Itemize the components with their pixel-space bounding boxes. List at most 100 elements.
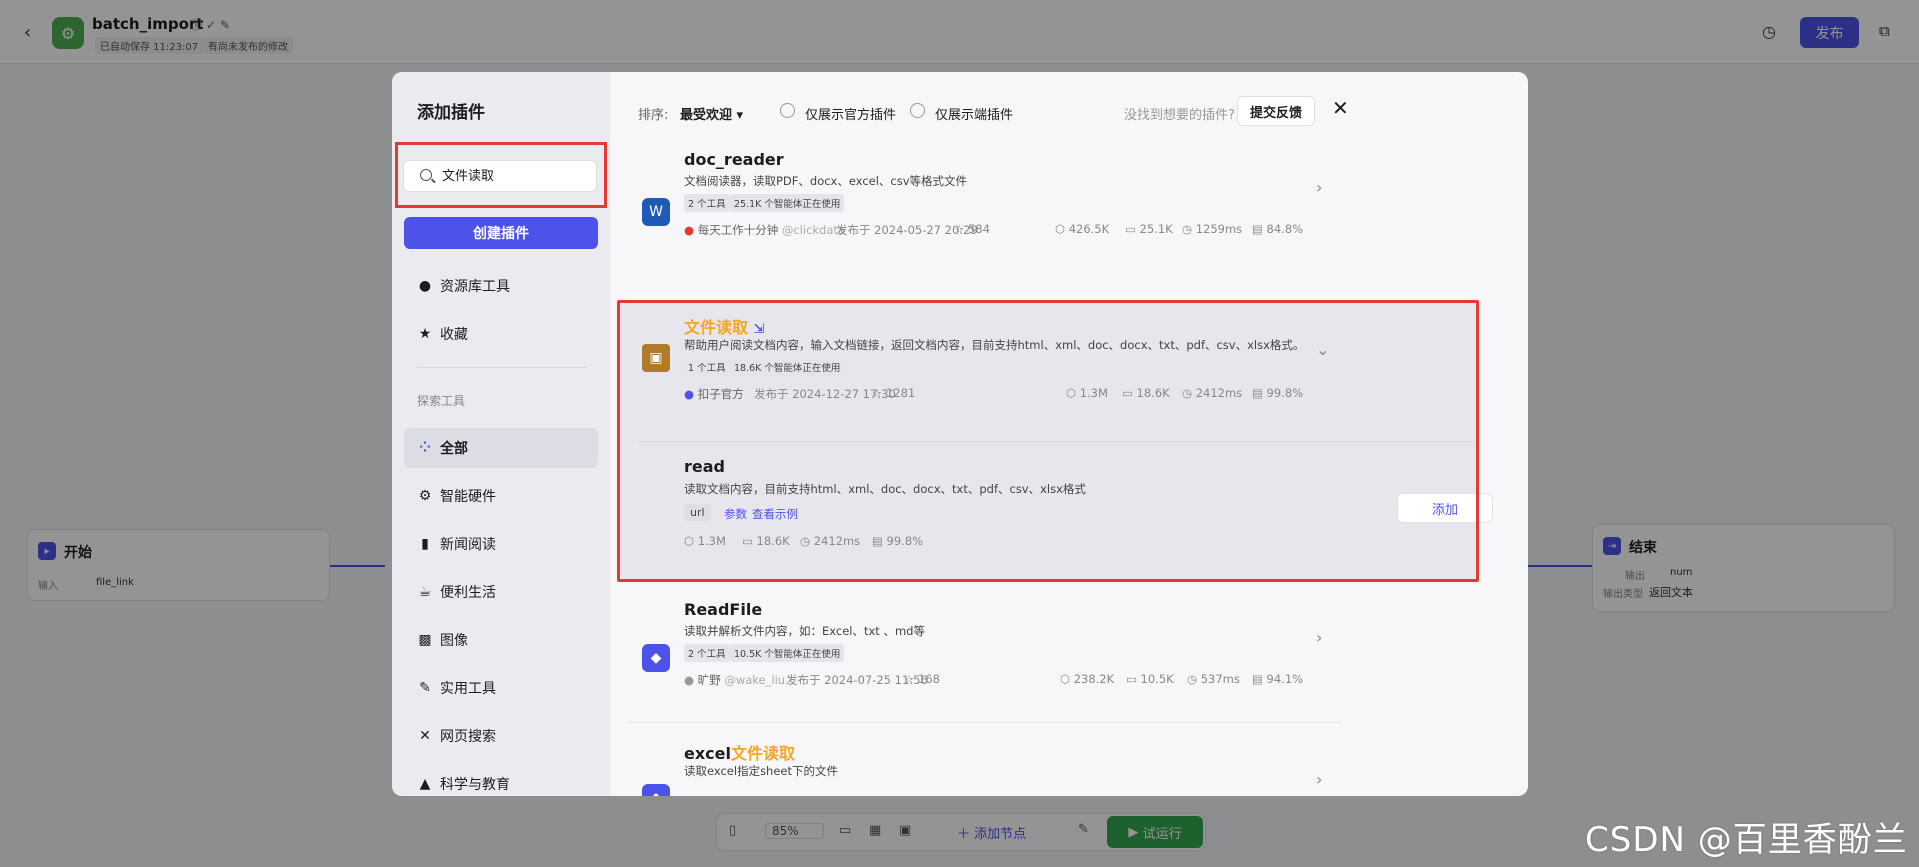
- latency-value: 537ms: [1200, 672, 1240, 686]
- nav-label: 全部: [440, 441, 468, 457]
- sort-value: 最受欢迎: [680, 108, 733, 123]
- official-filter-label[interactable]: 仅展示官方插件: [805, 104, 896, 123]
- nav-label: 新闻阅读: [440, 537, 496, 553]
- nav-category-utility[interactable]: ✎ 实用工具: [404, 668, 598, 708]
- cube-icon: ◆: [642, 644, 670, 672]
- sidebar-divider: [417, 367, 587, 368]
- plugin-name: excel文件读取: [684, 740, 795, 764]
- nav-label: 便利生活: [440, 585, 496, 601]
- section-label: 探索工具: [417, 394, 466, 408]
- star-outline-icon: ☆: [904, 672, 915, 686]
- success-value: 84.8%: [1266, 222, 1304, 236]
- modal-title: 添加插件: [417, 103, 485, 123]
- author-avatar-icon: ●: [684, 223, 695, 237]
- latency-stat: ◷ 1259ms: [1182, 222, 1243, 236]
- nav-label: 科学与教育: [440, 777, 510, 793]
- author-handle: @wake_liu: [724, 673, 786, 687]
- sort-label: 排序:: [638, 108, 669, 123]
- stars: ☆ 168: [904, 672, 940, 686]
- nav-category-life[interactable]: ☕ 便利生活: [404, 572, 598, 612]
- star-icon: ★: [418, 326, 432, 342]
- search-highlight-annotation: [395, 142, 607, 208]
- client-filter-radio[interactable]: [910, 103, 925, 118]
- author-name: 旷野: [697, 673, 721, 687]
- wrench-icon: ✎: [419, 680, 431, 696]
- feedback-question: 没找到想要的插件?: [1124, 108, 1235, 123]
- cap-icon: ▲: [419, 776, 431, 792]
- bots-value: 10.5K: [1140, 672, 1174, 686]
- bots-stat: ▭ 10.5K: [1126, 672, 1174, 686]
- user-icon: ●: [418, 278, 432, 294]
- network-icon: ✕: [419, 728, 431, 744]
- cube-icon: ◆: [642, 784, 670, 796]
- bots-stat: ▭ 25.1K: [1125, 222, 1173, 236]
- nav-favorites[interactable]: ★ 收藏: [404, 314, 598, 354]
- nav-label: 收藏: [440, 327, 468, 343]
- plugin-name-prefix: excel: [684, 744, 731, 763]
- plugin-card-excel-read[interactable]: ◆ excel文件读取 读取excel指定sheet下的文件 ›: [628, 740, 1342, 796]
- cup-icon: ☕: [418, 584, 432, 600]
- plugin-list-panel: 排序: 最受欢迎 ▾ 仅展示官方插件 仅展示端插件 没找到想要的插件? 提交反馈…: [610, 72, 1528, 796]
- nav-category-web-search[interactable]: ✕ 网页搜索: [404, 716, 598, 756]
- create-plugin-button[interactable]: 创建插件: [404, 217, 598, 249]
- add-plugin-modal: 添加插件 创建插件 ● 资源库工具 ★ 收藏 探索工具 ⁘ 全部 ⚙ 智能硬件 ▮ 新闻阅…: [392, 72, 1528, 796]
- plugin-name: ReadFile: [684, 600, 763, 619]
- calls-value: 238.2K: [1073, 672, 1115, 686]
- csdn-watermark: CSDN @百里香酚兰: [1585, 820, 1908, 860]
- latency-value: 1259ms: [1195, 222, 1243, 236]
- nav-label: 实用工具: [440, 681, 496, 697]
- star-count: 168: [917, 672, 940, 686]
- nav-category-image[interactable]: ▩ 图像: [404, 620, 598, 660]
- success-stat: ▤ 94.1%: [1252, 672, 1304, 686]
- author: ● 每天工作十分钟 @clickdata: [684, 222, 845, 238]
- plugin-desc: 读取excel指定sheet下的文件: [684, 764, 839, 778]
- chevron-right-icon[interactable]: ›: [1316, 770, 1322, 789]
- calls-stat: ⬡ 238.2K: [1060, 672, 1115, 686]
- chevron-right-icon[interactable]: ›: [1316, 178, 1322, 197]
- official-filter-radio[interactable]: [780, 103, 795, 118]
- nav-library-tools[interactable]: ● 资源库工具: [404, 266, 598, 306]
- book-icon: ▮: [421, 536, 429, 552]
- tools-badge: 2 个工具: [684, 644, 730, 662]
- plugin-desc: 文档阅读器，读取PDF、docx、excel、csv等格式文件: [684, 174, 968, 188]
- gear-icon: ⚙: [418, 488, 432, 504]
- calls-stat: ⬡ 426.5K: [1055, 222, 1110, 236]
- calls-value: 426.5K: [1068, 222, 1110, 236]
- stars: ☆ 584: [954, 222, 990, 236]
- plugin-card-readfile[interactable]: ◆ ReadFile 读取并解析文件内容，如：Excel、txt 、md等 2 …: [628, 600, 1342, 720]
- success-value: 94.1%: [1266, 672, 1304, 686]
- nav-category-education[interactable]: ▲ 科学与教育: [404, 764, 598, 796]
- caret-down-icon: ▾: [736, 108, 744, 123]
- nav-label: 网页搜索: [440, 729, 496, 745]
- plugin-desc: 读取并解析文件内容，如：Excel、txt 、md等: [684, 624, 925, 638]
- tools-badge: 2 个工具: [684, 194, 730, 212]
- word-icon: W: [642, 198, 670, 226]
- nav-category-news[interactable]: ▮ 新闻阅读: [404, 524, 598, 564]
- feedback-button[interactable]: 提交反馈: [1237, 96, 1315, 126]
- nav-category-hardware[interactable]: ⚙ 智能硬件: [404, 476, 598, 516]
- sort-dropdown[interactable]: 最受欢迎 ▾: [680, 104, 743, 123]
- star-outline-icon: ☆: [954, 222, 965, 236]
- author-avatar-icon: ●: [684, 673, 695, 687]
- author: ● 旷野 @wake_liu: [684, 672, 785, 688]
- grid-icon: ⁘: [419, 440, 431, 456]
- nav-label: 图像: [440, 633, 468, 649]
- latency-stat: ◷ 537ms: [1187, 672, 1240, 686]
- plugin-card-doc-reader[interactable]: W doc_reader 文档阅读器，读取PDF、docx、excel、csv等…: [628, 150, 1342, 290]
- image-icon: ▩: [418, 632, 432, 648]
- chevron-right-icon[interactable]: ›: [1316, 628, 1322, 647]
- plugin-highlight-annotation: [617, 300, 1479, 582]
- plugin-name-highlight: 文件读取: [731, 744, 796, 763]
- bots-value: 25.1K: [1139, 222, 1173, 236]
- nav-label: 资源库工具: [440, 279, 510, 295]
- author-name: 每天工作十分钟: [697, 223, 779, 237]
- nav-category-all[interactable]: ⁘ 全部: [404, 428, 598, 468]
- client-filter-label[interactable]: 仅展示端插件: [935, 104, 1013, 123]
- close-icon[interactable]: ✕: [1332, 96, 1349, 120]
- agents-badge: 25.1K 个智能体正在使用: [730, 194, 845, 212]
- success-stat: ▤ 84.8%: [1252, 222, 1304, 236]
- card-separator: [628, 722, 1342, 723]
- modal-sidebar: 添加插件 创建插件 ● 资源库工具 ★ 收藏 探索工具 ⁘ 全部 ⚙ 智能硬件 ▮ 新闻阅…: [392, 72, 610, 796]
- nav-label: 智能硬件: [440, 489, 496, 505]
- agents-badge: 10.5K 个智能体正在使用: [730, 644, 845, 662]
